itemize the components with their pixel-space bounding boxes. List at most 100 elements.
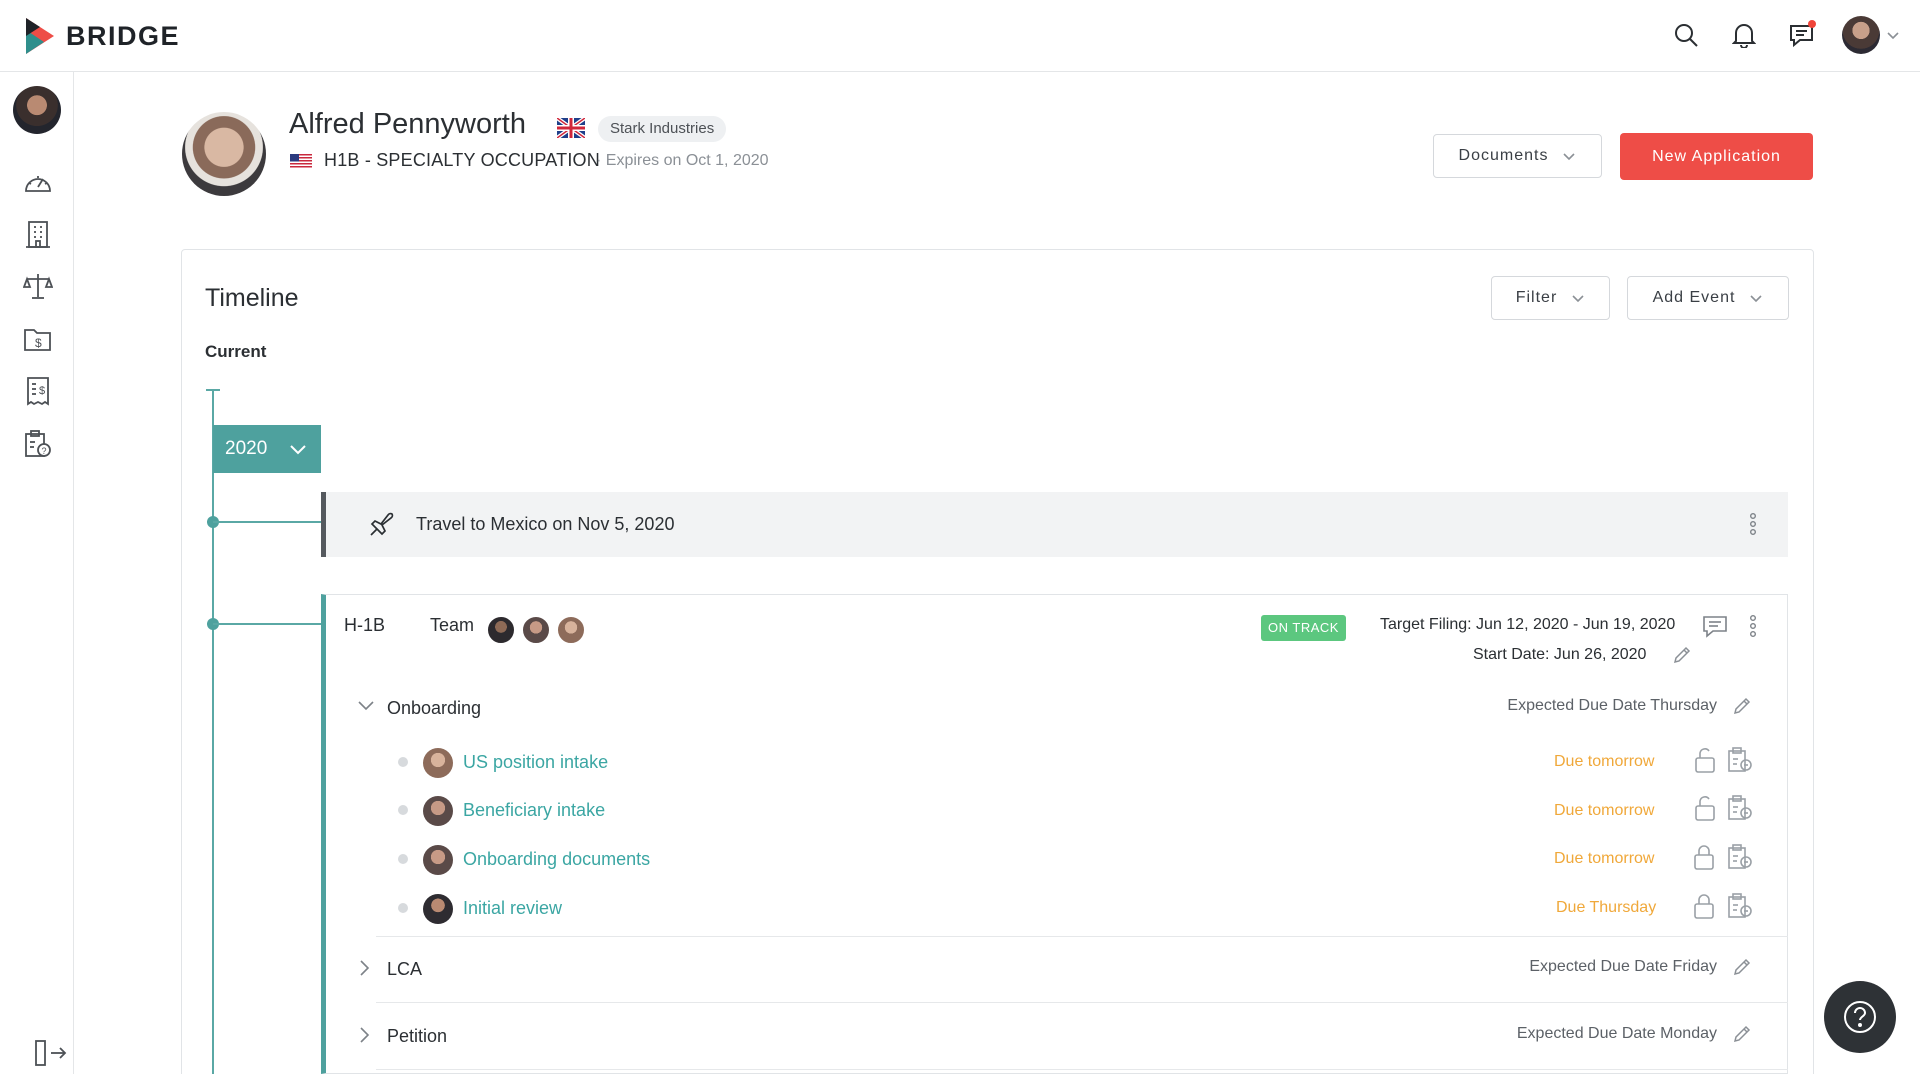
chevron-down-icon (1563, 153, 1576, 161)
help-button[interactable] (1824, 981, 1896, 1053)
chat-icon[interactable] (1784, 17, 1820, 53)
scales-icon[interactable] (22, 270, 54, 302)
new-application-button[interactable]: New Application (1620, 133, 1813, 180)
year-selector[interactable]: 2020 (213, 425, 321, 473)
user-menu[interactable] (1842, 16, 1900, 54)
comment-icon[interactable] (1702, 614, 1728, 638)
section-divider (376, 936, 1788, 937)
timeline-title: Timeline (205, 284, 299, 312)
task-link[interactable]: Initial review (463, 898, 562, 919)
section-due-date: Expected Due Date Thursday (1507, 697, 1717, 714)
section-divider (376, 1002, 1788, 1003)
bell-icon[interactable] (1726, 17, 1762, 53)
task-link[interactable]: Beneficiary intake (463, 800, 605, 821)
chevron-down-icon (1750, 295, 1762, 303)
svg-text:?: ? (42, 446, 47, 456)
section-onboarding[interactable]: Onboarding (387, 698, 481, 719)
team-member-avatar[interactable] (486, 615, 516, 645)
documents-label: Documents (1458, 147, 1549, 164)
sidebar-avatar[interactable] (13, 86, 61, 134)
top-actions (1668, 16, 1900, 54)
filter-label: Filter (1515, 289, 1558, 306)
beneficiary-photo (182, 112, 266, 196)
team-member-avatar[interactable] (556, 615, 586, 645)
logout-icon[interactable] (34, 1038, 68, 1068)
help-icon (1844, 1001, 1876, 1033)
airplane-icon (367, 509, 397, 539)
target-filing-date: Target Filing: Jun 12, 2020 - Jun 19, 20… (1380, 616, 1676, 633)
task-link[interactable]: US position intake (463, 752, 608, 773)
more-options-icon[interactable] (1749, 512, 1757, 536)
chevron-down-icon[interactable] (357, 699, 375, 713)
pencil-icon[interactable] (1732, 1024, 1752, 1044)
clipboard-icon[interactable] (1726, 892, 1754, 920)
task-bullet (398, 805, 408, 815)
add-event-dropdown[interactable]: Add Event (1627, 276, 1789, 320)
section-due-date: Expected Due Date Friday (1529, 958, 1717, 975)
top-bar: BRIDGE (0, 0, 1920, 72)
task-assignee-avatar (423, 748, 453, 778)
sidebar: $ $ ? (0, 72, 74, 1074)
pencil-icon[interactable] (1732, 696, 1752, 716)
chevron-right-icon[interactable] (358, 1026, 372, 1044)
start-date: Start Date: Jun 26, 2020 (1473, 646, 1647, 663)
travel-event-text: Travel to Mexico on Nov 5, 2020 (416, 514, 675, 534)
search-icon[interactable] (1668, 17, 1704, 53)
timeline-line (212, 390, 214, 1074)
section-divider (376, 1069, 1788, 1070)
task-link[interactable]: Onboarding documents (463, 849, 650, 870)
unlock-icon[interactable] (1691, 794, 1717, 822)
building-icon[interactable] (22, 218, 54, 250)
section-due-date: Expected Due Date Monday (1516, 1025, 1717, 1042)
pencil-icon[interactable] (1732, 957, 1752, 977)
task-assignee-avatar (423, 894, 453, 924)
lock-icon[interactable] (1691, 892, 1717, 920)
team-member-avatar[interactable] (521, 615, 551, 645)
app-logo[interactable]: BRIDGE (26, 18, 180, 54)
clipboard-icon[interactable] (1726, 843, 1754, 871)
add-event-label: Add Event (1652, 289, 1736, 306)
receipt-icon[interactable]: $ (22, 375, 54, 407)
chevron-right-icon[interactable] (358, 959, 372, 977)
user-avatar (1842, 16, 1880, 54)
task-assignee-avatar (423, 845, 453, 875)
logo-text: BRIDGE (66, 20, 181, 51)
case-type: H-1B (344, 615, 386, 635)
pencil-icon[interactable] (1672, 645, 1692, 665)
chevron-down-icon (290, 445, 306, 455)
svg-text:$: $ (35, 336, 42, 350)
company-badge: Stark Industries (598, 116, 727, 142)
svg-text:$: $ (39, 385, 45, 397)
chevron-down-icon (1887, 32, 1899, 40)
documents-dropdown[interactable]: Documents (1433, 134, 1602, 178)
task-bullet (398, 854, 408, 864)
task-due: Due tomorrow (1554, 753, 1655, 770)
dashboard-icon[interactable] (22, 166, 54, 198)
task-due: Due tomorrow (1554, 850, 1655, 867)
bridge-logo-icon (26, 18, 56, 54)
filter-dropdown[interactable]: Filter (1491, 276, 1610, 320)
us-flag-icon (290, 154, 312, 169)
task-assignee-avatar (423, 796, 453, 826)
current-label: Current (205, 342, 267, 361)
chevron-down-icon (1572, 295, 1584, 303)
unlock-icon[interactable] (1691, 746, 1717, 774)
team-label: Team (430, 615, 475, 635)
uk-flag-icon (557, 118, 585, 138)
section-petition[interactable]: Petition (387, 1026, 447, 1047)
clipboard-help-icon[interactable]: ? (22, 428, 54, 460)
task-due: Due Thursday (1556, 899, 1657, 916)
folder-dollar-icon[interactable]: $ (22, 323, 54, 355)
more-options-icon[interactable] (1749, 614, 1757, 638)
lock-icon[interactable] (1691, 843, 1717, 871)
section-lca[interactable]: LCA (387, 959, 422, 980)
year-label: 2020 (225, 438, 268, 459)
task-due: Due tomorrow (1554, 802, 1655, 819)
clipboard-icon[interactable] (1726, 746, 1754, 774)
task-bullet (398, 903, 408, 913)
task-bullet (398, 757, 408, 767)
visa-type: H1B - SPECIALTY OCCUPATION (324, 150, 600, 170)
clipboard-icon[interactable] (1726, 794, 1754, 822)
visa-expiry: · Expires on Oct 1, 2020 (596, 152, 769, 169)
timeline-connector (213, 623, 321, 625)
